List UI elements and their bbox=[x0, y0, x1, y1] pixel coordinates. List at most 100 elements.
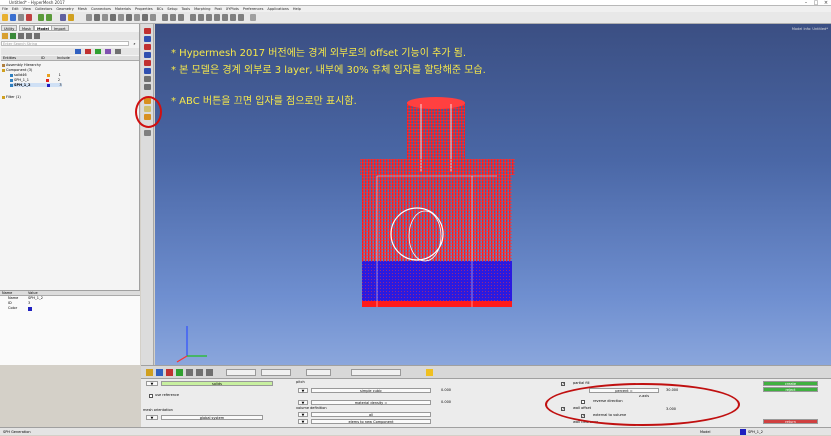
tree-item-sph-1-1[interactable]: SPH_1_1 2 bbox=[10, 78, 60, 82]
view-top-icon[interactable] bbox=[118, 14, 124, 21]
return-button[interactable]: return bbox=[763, 419, 818, 424]
reverse-icon[interactable] bbox=[214, 14, 220, 21]
find-icon[interactable] bbox=[206, 14, 212, 21]
color-icon[interactable] bbox=[85, 49, 91, 54]
tree-filter[interactable]: Filter (1) bbox=[2, 95, 21, 99]
search-icon[interactable]: ⌕ bbox=[131, 41, 138, 46]
folder-icon[interactable] bbox=[68, 14, 74, 21]
prop-color-swatch[interactable] bbox=[28, 307, 32, 311]
display-icon[interactable] bbox=[95, 49, 101, 54]
solids-dropdown[interactable]: ▼ bbox=[146, 381, 158, 386]
tab-utility[interactable]: Utility bbox=[1, 25, 18, 31]
elems-to-component-button[interactable]: elems to new Component bbox=[311, 419, 431, 424]
create-button[interactable]: create bbox=[763, 381, 818, 386]
fit-icon[interactable] bbox=[110, 14, 116, 21]
search-input[interactable]: Enter Search String bbox=[1, 41, 129, 46]
transparency-icon[interactable] bbox=[206, 369, 213, 376]
style-icon[interactable] bbox=[105, 49, 111, 54]
tree-item-solid46[interactable]: solid46 1 bbox=[10, 73, 61, 77]
mask-icon[interactable] bbox=[144, 130, 151, 136]
pan-icon[interactable] bbox=[94, 14, 100, 21]
filter-icon[interactable] bbox=[34, 33, 40, 39]
options-icon[interactable] bbox=[115, 49, 121, 54]
display-mode-select[interactable] bbox=[226, 369, 256, 376]
tab-import[interactable]: Import bbox=[51, 25, 69, 31]
solids-selector[interactable]: solids bbox=[161, 381, 273, 386]
all-button[interactable]: all bbox=[311, 412, 431, 417]
prop-id-value[interactable]: 3 bbox=[28, 301, 30, 306]
tab-mask[interactable]: Mask bbox=[19, 25, 35, 31]
density-dropdown[interactable]: ▼ bbox=[298, 400, 308, 405]
visual-icon[interactable] bbox=[196, 369, 203, 376]
volume-dropdown[interactable]: ▼ bbox=[298, 412, 308, 417]
tree-assembly-hierarchy[interactable]: Assembly Hierarchy bbox=[2, 63, 41, 67]
component-icon[interactable] bbox=[144, 28, 151, 34]
isolate-icon[interactable] bbox=[238, 14, 244, 21]
undo-icon[interactable] bbox=[38, 14, 44, 21]
clip-icon[interactable] bbox=[162, 14, 168, 21]
style-icon[interactable] bbox=[186, 369, 193, 376]
wireframe-icon[interactable] bbox=[144, 84, 151, 90]
global-system-button[interactable]: global system bbox=[161, 415, 263, 420]
mesh-icon[interactable] bbox=[144, 36, 151, 42]
partial-fill-label: partial fill bbox=[573, 381, 590, 385]
pointer-icon[interactable] bbox=[250, 14, 256, 21]
surface-icon[interactable] bbox=[144, 68, 151, 74]
user-icon[interactable] bbox=[60, 14, 66, 21]
capture-icon[interactable] bbox=[178, 14, 184, 21]
fluid-particles bbox=[362, 261, 512, 303]
tab-model[interactable]: Model bbox=[34, 25, 52, 31]
color-swatch bbox=[46, 73, 50, 77]
component-icon[interactable] bbox=[146, 369, 153, 376]
props-header: Name Value bbox=[0, 291, 140, 296]
geometry-icon[interactable] bbox=[144, 60, 151, 66]
export-icon[interactable] bbox=[26, 14, 32, 21]
measure-icon[interactable] bbox=[170, 14, 176, 21]
view-side-icon[interactable] bbox=[134, 14, 140, 21]
save-icon[interactable] bbox=[10, 14, 16, 21]
zoom-icon[interactable] bbox=[102, 14, 108, 21]
render-options[interactable] bbox=[351, 369, 401, 376]
redo-icon[interactable] bbox=[46, 14, 52, 21]
prop-name-value[interactable]: SPH_1_2 bbox=[28, 296, 43, 301]
rotate-icon[interactable] bbox=[86, 14, 92, 21]
folder-icon[interactable] bbox=[2, 33, 8, 39]
entity-icon[interactable] bbox=[156, 369, 163, 376]
view-iso-icon[interactable] bbox=[142, 14, 148, 21]
mask-icon[interactable] bbox=[198, 14, 204, 21]
tree-component-group[interactable]: Component (3) bbox=[2, 68, 32, 72]
browser-header: Entities ID Include bbox=[1, 56, 139, 61]
expand-icon[interactable] bbox=[18, 33, 24, 39]
section-icon[interactable] bbox=[150, 14, 156, 21]
view-front-icon[interactable] bbox=[126, 14, 132, 21]
collapse-icon[interactable] bbox=[26, 33, 32, 39]
by-comp-select[interactable] bbox=[306, 369, 331, 376]
display-icon[interactable] bbox=[166, 369, 173, 376]
tree-item-sph-1-2[interactable]: SPH_1_2 3 bbox=[10, 83, 62, 87]
color-swatch bbox=[47, 83, 51, 87]
view-icon[interactable] bbox=[75, 49, 81, 54]
star-icon[interactable] bbox=[426, 369, 433, 376]
elements-icon[interactable] bbox=[144, 44, 151, 50]
open-icon[interactable] bbox=[2, 14, 8, 21]
graphics-viewport[interactable]: Model Info: Untitled* * Hypermesh 2017 버… bbox=[155, 24, 831, 365]
shaded-icon[interactable] bbox=[144, 76, 151, 82]
pitch-value[interactable]: 0.000 bbox=[441, 388, 451, 393]
display-icon[interactable] bbox=[190, 14, 196, 21]
simple-cubic-button[interactable]: simple cubic bbox=[311, 388, 431, 393]
material-density-button[interactable]: material density = bbox=[311, 400, 431, 405]
elems-dropdown[interactable]: ▼ bbox=[298, 419, 308, 424]
partial-fill-checkbox[interactable]: ✓ bbox=[561, 382, 565, 386]
use-reference-checkbox[interactable] bbox=[149, 394, 153, 398]
component-icon[interactable] bbox=[10, 33, 16, 39]
mesh-icon[interactable] bbox=[176, 369, 183, 376]
orientation-dropdown[interactable]: ▼ bbox=[146, 415, 158, 420]
pitch-dropdown[interactable]: ▼ bbox=[298, 388, 308, 393]
density-value[interactable]: 0.000 bbox=[441, 400, 451, 405]
reject-button[interactable]: reject bbox=[763, 387, 818, 392]
nodes-icon[interactable] bbox=[144, 52, 151, 58]
display-none-icon[interactable] bbox=[230, 14, 236, 21]
display-all-icon[interactable] bbox=[222, 14, 228, 21]
import-icon[interactable] bbox=[18, 14, 24, 21]
color-mode-select[interactable] bbox=[261, 369, 291, 376]
